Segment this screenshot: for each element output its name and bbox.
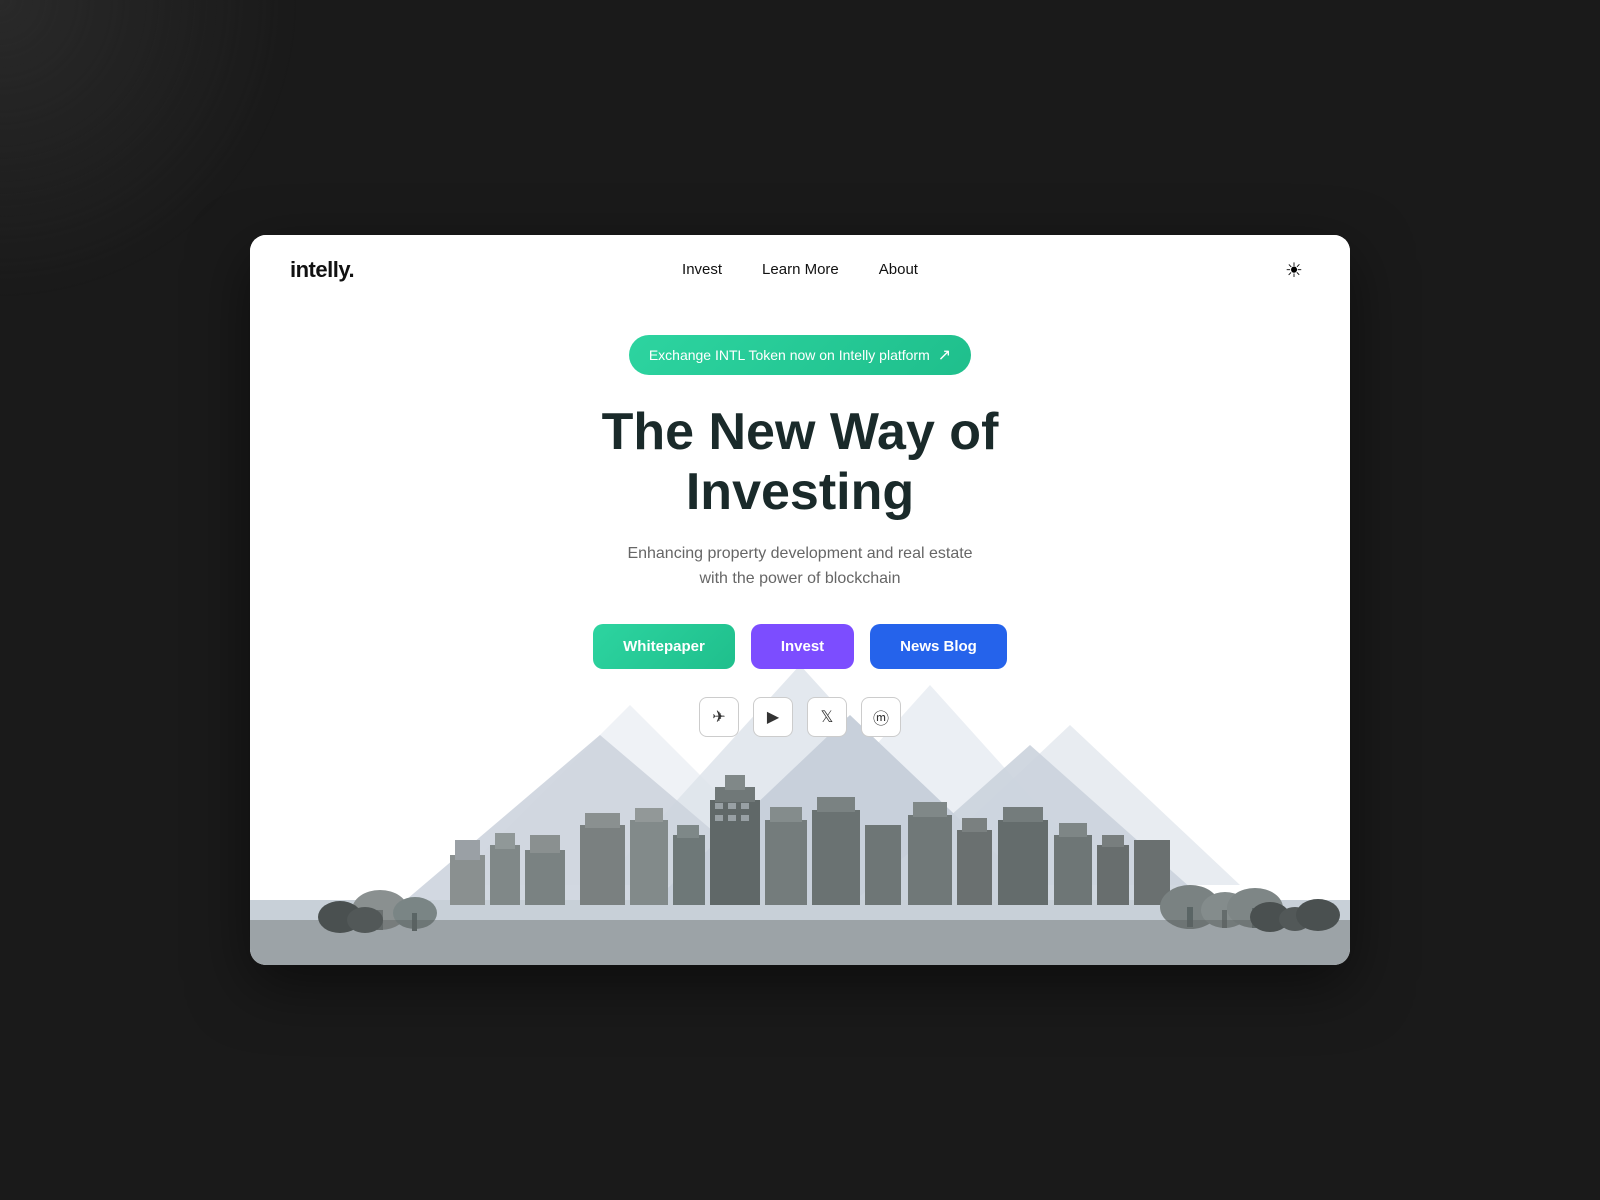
logo: intelly.: [290, 257, 354, 283]
nav-link-invest[interactable]: Invest: [682, 261, 722, 278]
exchange-badge-text: Exchange INTL Token now on Intelly platf…: [649, 347, 930, 363]
twitter-icon[interactable]: 𝕏: [807, 697, 847, 737]
medium-icon[interactable]: ⓜ: [861, 697, 901, 737]
nav-item-about[interactable]: About: [879, 261, 918, 279]
whitepaper-button[interactable]: Whitepaper: [593, 624, 735, 669]
nav-links: Invest Learn More About: [682, 261, 918, 279]
exchange-badge[interactable]: Exchange INTL Token now on Intelly platf…: [629, 335, 971, 375]
telegram-icon[interactable]: ✈: [699, 697, 739, 737]
browser-window: intelly. Invest Learn More About ☀ Excha…: [250, 235, 1350, 965]
social-icons: ✈ ▶ 𝕏 ⓜ: [699, 697, 901, 737]
exchange-badge-arrow: ↗: [938, 345, 951, 365]
hero-subtitle: Enhancing property development and real …: [620, 541, 980, 592]
navbar: intelly. Invest Learn More About ☀: [250, 235, 1350, 305]
nav-link-learn-more[interactable]: Learn More: [762, 261, 839, 278]
theme-toggle-button[interactable]: ☀: [1278, 254, 1310, 286]
cta-buttons: Whitepaper Invest News Blog: [593, 624, 1007, 669]
youtube-icon[interactable]: ▶: [753, 697, 793, 737]
hero-section: Exchange INTL Token now on Intelly platf…: [250, 305, 1350, 757]
nav-item-invest[interactable]: Invest: [682, 261, 722, 279]
nav-link-about[interactable]: About: [879, 261, 918, 278]
newsblog-button[interactable]: News Blog: [870, 624, 1007, 669]
nav-item-learn-more[interactable]: Learn More: [762, 261, 839, 279]
hero-title: The New Way of Investing: [602, 403, 999, 523]
invest-button[interactable]: Invest: [751, 624, 854, 669]
